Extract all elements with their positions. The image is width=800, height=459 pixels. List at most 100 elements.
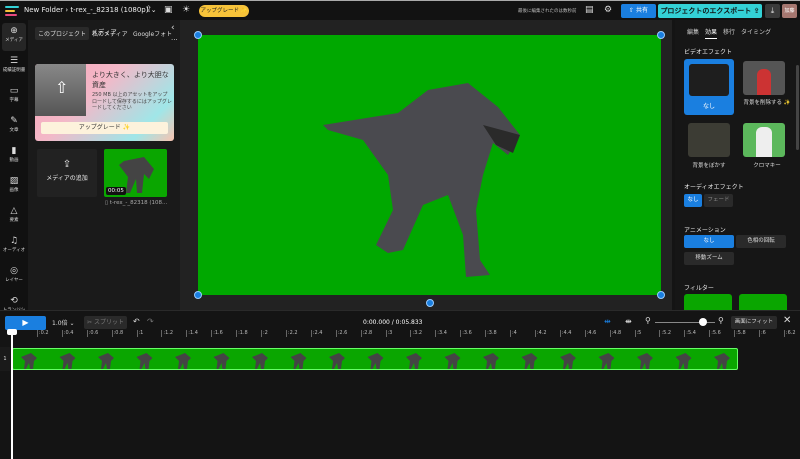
ruler-tick: :2 <box>261 330 268 337</box>
ruler-tick: :1.6 <box>211 330 223 337</box>
clip-name-text: t-rex_-_82318 (108... <box>109 200 168 206</box>
share-button[interactable]: ⇧ 共有 <box>621 4 656 18</box>
ruler-tick: :1.8 <box>236 330 248 337</box>
close-icon[interactable]: ✕ <box>783 315 791 326</box>
zoom-in-icon[interactable]: ⚲ <box>718 316 724 325</box>
audio-effect-fade[interactable]: フェード <box>704 194 733 207</box>
effect-none-label: なし <box>702 103 715 110</box>
upload-icon[interactable]: ⇪ <box>145 5 153 15</box>
sidebar-item-label: メディア <box>5 38 23 43</box>
ruler-tick: :5 <box>634 330 642 337</box>
animation-hue-rotate[interactable]: 色相の回転 <box>736 235 786 248</box>
add-media-button[interactable]: ⇪ メディアの追加 <box>37 149 97 197</box>
filmstrip-frame <box>560 353 576 369</box>
logo-icon[interactable] <box>5 6 19 16</box>
effect-remove-bg-thumb[interactable] <box>743 61 785 95</box>
download-icon[interactable]: ⤓ <box>765 4 780 18</box>
tab-this-project[interactable]: このプロジェクト <box>35 27 90 40</box>
effect-blur-bg-thumb[interactable] <box>688 123 730 157</box>
sidebar-item-6[interactable]: △ 要素 <box>2 203 26 231</box>
ruler-tick: :3.8 <box>485 330 497 337</box>
ruler-tick: :5.6 <box>709 330 721 337</box>
playhead-handle[interactable] <box>7 329 17 335</box>
snap-icon[interactable]: ⇹ <box>604 317 611 326</box>
ruler-tick: :3.4 <box>435 330 447 337</box>
tab-edit[interactable]: 編集 <box>687 27 699 36</box>
tab-transition[interactable]: 移行 <box>723 27 735 36</box>
sidebar-item-8[interactable]: ◎ レイヤー <box>2 263 26 291</box>
sidebar-item-7[interactable]: ♫ オーディオ <box>2 233 26 261</box>
lightbulb-icon[interactable]: ☀ <box>182 5 190 15</box>
sidebar-item-label: 画像 <box>9 188 19 193</box>
tab-my-media[interactable]: 私のメディア <box>89 27 131 40</box>
track-number: 1 <box>0 347 10 371</box>
sidebar-item-0[interactable]: ⊕ メディア <box>2 23 26 51</box>
promo-upgrade-button[interactable]: アップグレード ✨ <box>41 122 168 134</box>
export-button[interactable]: プロジェクトのエクスポート ⇪ <box>658 4 762 18</box>
ruler-tick: :2.4 <box>310 330 323 337</box>
playhead[interactable] <box>11 331 13 459</box>
speed-select[interactable]: 1.0倍 ⌄ <box>52 318 74 327</box>
animation-pan-zoom[interactable]: 移動ズーム <box>684 252 734 265</box>
animation-title: アニメーション <box>684 227 726 234</box>
filmstrip-frame <box>98 353 114 369</box>
promo-image: ⇧ <box>35 64 86 116</box>
zoom-out-icon[interactable]: ⚲ <box>645 316 651 325</box>
filter-thumb[interactable] <box>684 294 732 310</box>
ruler-tick: :5.4 <box>684 330 696 337</box>
ruler-tick: :2.8 <box>360 330 373 337</box>
filmstrip-frame <box>444 353 461 369</box>
sidebar-item-label: レイヤー <box>5 278 23 283</box>
sidebar-item-5[interactable]: ▨ 画像 <box>2 173 26 201</box>
play-button[interactable]: ▶ <box>5 316 46 330</box>
rotate-handle[interactable] <box>426 299 434 307</box>
timeline-clip[interactable] <box>12 348 738 370</box>
resize-handle-bottom-left[interactable] <box>194 291 202 299</box>
tab-timing[interactable]: タイミング <box>741 27 771 36</box>
fit-to-screen-button[interactable]: 画面にフィット <box>731 316 777 329</box>
breadcrumb[interactable]: New Folder › t-rex_-_82318 (1080p) ⌄ <box>24 6 157 14</box>
audio-effect-none[interactable]: なし <box>684 194 702 207</box>
ruler-tick: :1.2 <box>161 330 174 337</box>
clip-name: ▯ t-rex_-_82318 (108... <box>105 200 168 206</box>
avatar[interactable]: 加藤 <box>782 4 797 18</box>
share-label: 共有 <box>635 7 648 14</box>
ruler-tick: :5.2 <box>659 330 672 337</box>
subtitle-icon[interactable]: ▣ <box>164 5 173 15</box>
tab-effects[interactable]: 効果 <box>705 27 718 39</box>
icon-sidebar: ⊕メディア☰成績証明書▭字幕✎文章▮動画▨画像△要素♫オーディオ◎レイヤー⟲トラ… <box>0 20 28 319</box>
breadcrumb-separator: › <box>65 6 69 14</box>
properties-panel: 編集 効果 移行 タイミング ビデオエフェクト なし 背景を削除する ✨ 背景を… <box>675 20 800 310</box>
project-name[interactable]: t-rex_-_82318 (1080p) <box>70 6 148 14</box>
effect-none[interactable]: なし <box>684 59 734 115</box>
media-clip-thumbnail[interactable]: 00:05 <box>104 149 167 197</box>
filmstrip-frame <box>483 353 499 369</box>
audio-effects-title: オーディオエフェクト <box>684 184 744 191</box>
gear-icon[interactable]: ⚙ <box>604 5 612 15</box>
effect-chroma-key-thumb[interactable] <box>743 123 785 157</box>
undo-icon[interactable]: ↶ <box>133 317 140 326</box>
comment-icon[interactable]: ▤ <box>585 5 594 15</box>
video-canvas[interactable] <box>198 35 661 295</box>
folder-link[interactable]: New Folder <box>24 6 63 14</box>
fit-width-icon[interactable]: ⇼ <box>625 317 632 326</box>
scrollbar[interactable] <box>796 65 799 150</box>
resize-handle-bottom-right[interactable] <box>657 291 665 299</box>
zoom-slider-knob[interactable] <box>699 318 707 326</box>
filter-thumb[interactable] <box>739 294 787 310</box>
split-button[interactable]: ✂ スプリット <box>84 316 127 329</box>
animation-none[interactable]: なし <box>684 235 734 248</box>
sidebar-item-4[interactable]: ▮ 動画 <box>2 143 26 171</box>
sidebar-item-3[interactable]: ✎ 文章 <box>2 113 26 141</box>
filmstrip-frame <box>675 353 692 369</box>
resize-handle-top-left[interactable] <box>194 31 202 39</box>
resize-handle-top-right[interactable] <box>657 31 665 39</box>
sidebar-item-2[interactable]: ▭ 字幕 <box>2 83 26 111</box>
ruler-tick: :1 <box>136 330 144 337</box>
upgrade-button[interactable]: アップグレード ✨ <box>199 5 249 17</box>
redo-icon[interactable]: ↷ <box>147 317 154 326</box>
clip-duration: 00:05 <box>106 187 126 195</box>
tab-google-photos[interactable]: Googleフォト <box>130 27 175 40</box>
sidebar-item-1[interactable]: ☰ 成績証明書 <box>2 53 26 81</box>
dinosaur-video-frame <box>323 83 520 277</box>
